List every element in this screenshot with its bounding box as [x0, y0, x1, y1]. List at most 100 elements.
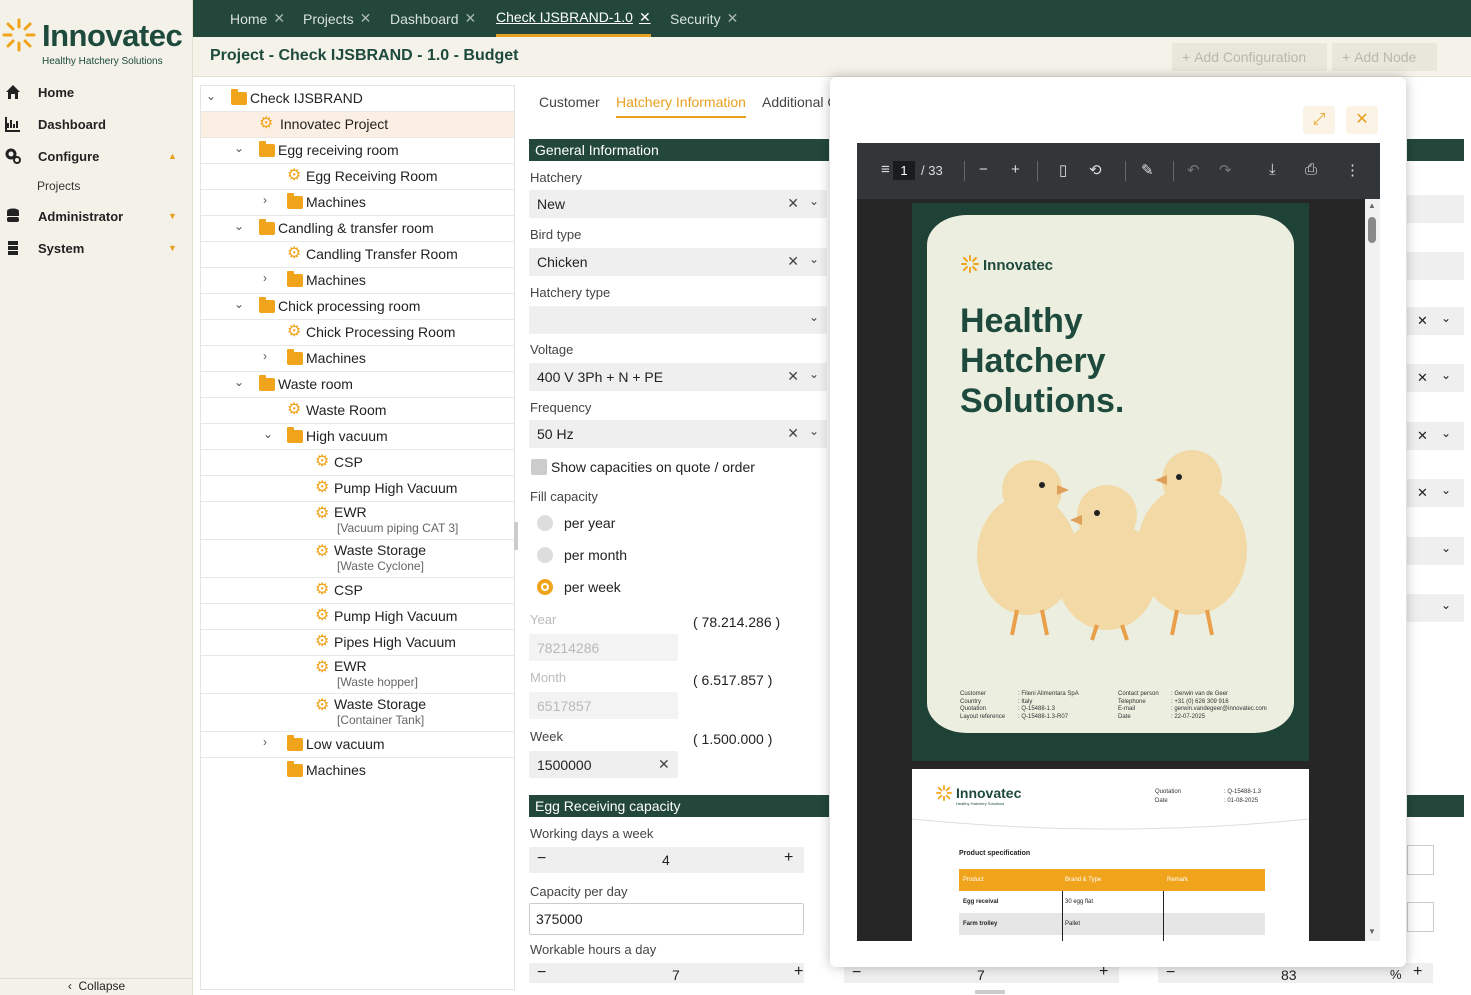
chevron-down-icon[interactable]: ⌄ — [1441, 426, 1451, 440]
right-select[interactable]: ✕ ⌄ — [1407, 422, 1464, 450]
chevron-down-icon[interactable]: ⌄ — [1441, 483, 1451, 497]
plus-icon[interactable]: + — [794, 963, 803, 981]
close-icon[interactable]: ✕ — [360, 10, 372, 27]
radio-per-year[interactable] — [537, 515, 553, 531]
right-field[interactable] — [1407, 252, 1464, 280]
tree-node[interactable]: › Machines — [201, 190, 514, 216]
tree-node[interactable]: › Machines — [201, 346, 514, 372]
tree-node[interactable]: ⚙ EWR [Vacuum piping CAT 3] — [201, 502, 514, 540]
tab-additional[interactable]: Additional C — [762, 94, 838, 110]
tree-node[interactable]: ⚙ Waste Storage [Container Tank] — [201, 694, 514, 732]
undo-icon[interactable]: ↶ — [1187, 161, 1200, 179]
workable-hours-stepper[interactable]: − 7 + — [529, 963, 804, 983]
close-icon[interactable]: ✕ — [273, 10, 285, 27]
clear-icon[interactable]: ✕ — [1417, 370, 1428, 386]
tree-node[interactable]: ⚙ Pipes High Vacuum — [201, 630, 514, 656]
minus-icon[interactable]: − — [537, 964, 546, 982]
fit-page-icon[interactable]: ▯ — [1059, 161, 1067, 179]
sidebar-item-home[interactable]: Home — [0, 77, 193, 107]
chevron-down-icon[interactable]: ⌄ — [1441, 311, 1451, 325]
tree-node[interactable]: ⌄ Egg receiving room — [201, 138, 514, 164]
tree-node[interactable]: ⌄ Candling & transfer room — [201, 216, 514, 242]
tab-home[interactable]: Home ✕ — [230, 0, 285, 37]
scroll-up-icon[interactable]: ▲ — [1368, 201, 1376, 210]
pdf-scrollbar[interactable]: ▲ ▼ — [1365, 199, 1380, 941]
tree-node[interactable]: › Machines — [201, 268, 514, 294]
clear-icon[interactable]: ✕ — [1417, 485, 1428, 501]
right-select[interactable]: ✕ ⌄ — [1407, 364, 1464, 392]
chevron-down-icon[interactable]: ⌄ — [263, 427, 273, 441]
fullscreen-button[interactable]: ⤢ — [1303, 106, 1335, 134]
zoom-out-icon[interactable]: − — [979, 161, 988, 178]
add-configuration-button[interactable]: + Add Configuration — [1172, 43, 1327, 71]
scroll-thumb[interactable] — [1368, 217, 1376, 243]
right-input[interactable] — [1407, 902, 1434, 932]
brand-logo[interactable]: Innovatec Healthy Hatchery Solutions — [0, 8, 193, 68]
redo-icon[interactable]: ↷ — [1219, 161, 1232, 179]
right-select[interactable]: ⌄ — [1407, 537, 1464, 565]
tree-node[interactable]: ⌄ Check IJSBRAND — [201, 86, 514, 112]
sidebar-item-dashboard[interactable]: Dashboard — [0, 109, 193, 139]
clear-icon[interactable]: ✕ — [787, 253, 799, 270]
chevron-down-icon[interactable]: ⌄ — [234, 219, 244, 233]
plus-icon[interactable]: + — [784, 849, 793, 867]
tree-node[interactable]: ⚙ CSP — [201, 578, 514, 604]
tab-projects[interactable]: Projects ✕ — [303, 0, 371, 37]
month-input[interactable]: 6517857 — [529, 692, 678, 719]
show-capacities-checkbox[interactable] — [531, 459, 547, 475]
right-input[interactable] — [1407, 845, 1434, 875]
plus-icon[interactable]: + — [1413, 963, 1422, 981]
draw-icon[interactable]: ✎ — [1141, 161, 1154, 179]
voltage-select[interactable]: 400 V 3Ph + N + PE ✕ ⌄ — [529, 363, 827, 391]
chevron-down-icon[interactable]: ⌄ — [1441, 541, 1451, 555]
add-node-button[interactable]: + Add Node — [1332, 43, 1437, 71]
tree-node[interactable]: ⌄ High vacuum — [201, 424, 514, 450]
chevron-down-icon[interactable]: ⌄ — [809, 424, 819, 438]
tab-check-ijsbrand[interactable]: Check IJSBRAND-1.0 ✕ — [496, 0, 651, 37]
chevron-down-icon[interactable]: ⌄ — [809, 367, 819, 381]
capacity-per-day-input[interactable]: 375000 — [529, 903, 804, 935]
chevron-down-icon[interactable]: ⌄ — [809, 310, 819, 324]
chevron-down-icon[interactable]: ⌄ — [234, 297, 244, 311]
chevron-down-icon[interactable]: ⌄ — [1441, 368, 1451, 382]
clear-icon[interactable]: ✕ — [1417, 313, 1428, 329]
right-select[interactable]: ⌄ — [1407, 594, 1464, 622]
close-button[interactable]: ✕ — [1346, 106, 1378, 134]
tab-customer[interactable]: Customer — [539, 94, 600, 110]
clear-icon[interactable]: ✕ — [658, 756, 670, 773]
chevron-down-icon[interactable]: ⌄ — [809, 194, 819, 208]
clear-icon[interactable]: ✕ — [787, 368, 799, 385]
radio-per-month[interactable] — [537, 547, 553, 563]
tab-dashboard[interactable]: Dashboard ✕ — [390, 0, 476, 37]
frequency-select[interactable]: 50 Hz ✕ ⌄ — [529, 420, 827, 448]
chevron-right-icon[interactable]: › — [263, 735, 267, 749]
more-options-icon[interactable]: ⋮ — [1345, 161, 1360, 179]
close-icon[interactable]: ✕ — [639, 9, 651, 26]
tab-hatchery-information[interactable]: Hatchery Information — [616, 94, 746, 118]
right-select[interactable]: ✕ ⌄ — [1407, 479, 1464, 507]
minus-icon[interactable]: − — [537, 850, 546, 868]
page-number-input[interactable]: 1 — [893, 161, 915, 180]
tree-node[interactable]: › Low vacuum — [201, 732, 514, 758]
sidebar-item-administrator[interactable]: Administrator ▼ — [0, 201, 193, 231]
chevron-down-icon[interactable]: ⌄ — [809, 252, 819, 266]
hatchery-select[interactable]: New ✕ ⌄ — [529, 190, 827, 218]
print-icon[interactable]: ⎙ — [1305, 161, 1317, 178]
rotate-icon[interactable]: ⟲ — [1089, 161, 1102, 179]
sidebar-item-configure[interactable]: Configure ▲ — [0, 141, 193, 171]
menu-icon[interactable]: ≡ — [881, 161, 890, 178]
chevron-down-icon[interactable]: ⌄ — [1441, 598, 1451, 612]
tree-node[interactable]: ⌄ Waste room — [201, 372, 514, 398]
chevron-down-icon[interactable]: ⌄ — [206, 89, 216, 103]
year-input[interactable]: 78214286 — [529, 634, 678, 661]
tree-node[interactable]: ⚙ Innovatec Project — [201, 112, 514, 138]
clear-icon[interactable]: ✕ — [1417, 428, 1428, 444]
tree-node[interactable]: Machines — [201, 758, 514, 784]
chevron-down-icon[interactable]: ⌄ — [234, 141, 244, 155]
clear-icon[interactable]: ✕ — [787, 195, 799, 212]
chevron-right-icon[interactable]: › — [263, 349, 267, 363]
sidebar-item-system[interactable]: System ▼ — [0, 233, 193, 263]
download-icon[interactable]: ⤓ — [1269, 161, 1276, 178]
tree-node[interactable]: ⚙ Waste Room — [201, 398, 514, 424]
tree-node[interactable]: ⚙ Chick Processing Room — [201, 320, 514, 346]
